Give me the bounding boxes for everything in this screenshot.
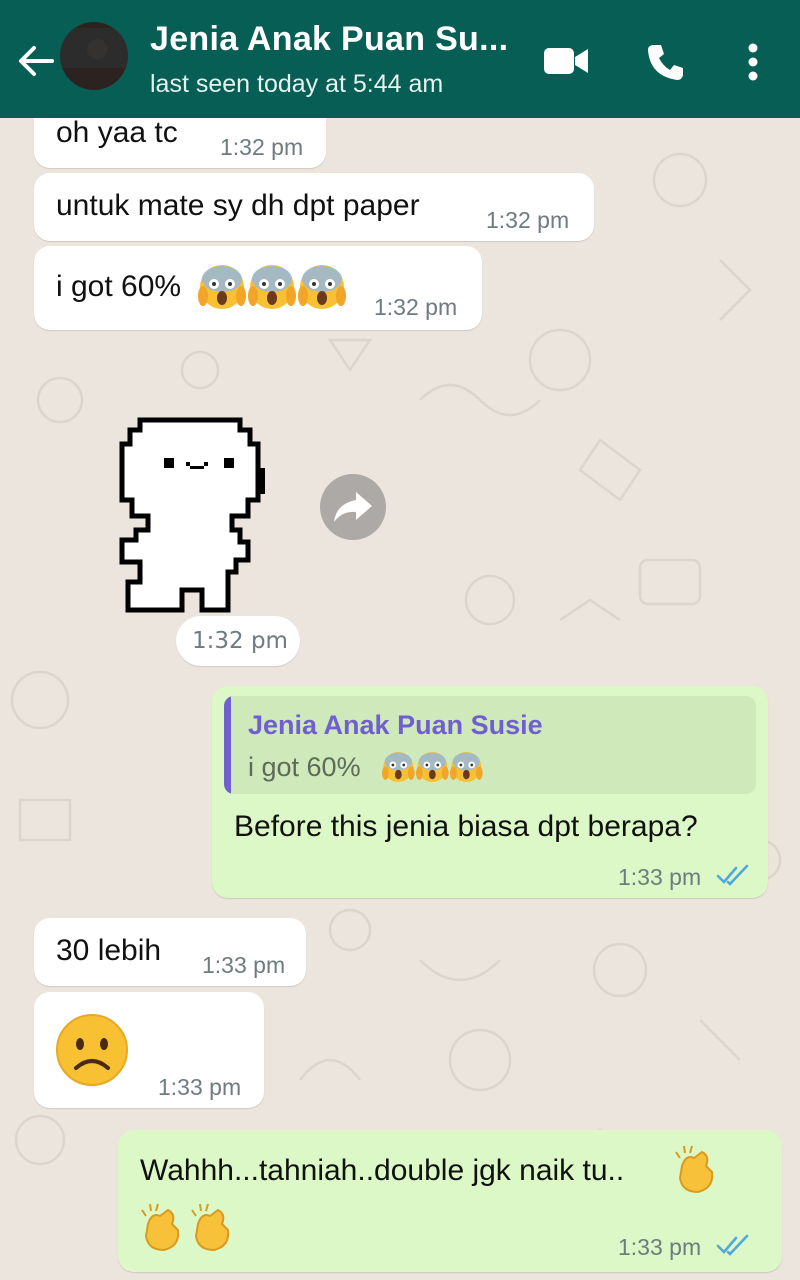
message-time: 1:33 pm — [158, 1074, 242, 1100]
contact-name[interactable]: Jenia Anak Puan Su... — [150, 20, 508, 59]
last-seen-status: last seen today at 5:44 am — [150, 70, 444, 98]
more-options-icon[interactable] — [746, 42, 760, 82]
chat-header: Jenia Anak Puan Su... last seen today at… — [0, 0, 800, 118]
read-ticks-icon — [716, 864, 749, 886]
message-bubble-incoming[interactable]: i got 60% 1:32 pm — [34, 246, 482, 330]
message-time: 1:32 pm — [486, 207, 570, 233]
message-time: 1:32 pm — [220, 134, 304, 160]
message-text: 30 lebih — [56, 934, 162, 967]
message-time: 1:33 pm — [618, 1234, 702, 1260]
frowning-face-emoji-icon — [56, 1014, 128, 1086]
message-time: 1:33 pm — [202, 952, 286, 978]
sticker-image[interactable] — [112, 412, 282, 618]
message-bubble-outgoing[interactable]: Jenia Anak Puan Susie i got 60% Before t… — [212, 686, 768, 898]
message-time: 1:32 pm — [374, 294, 458, 320]
message-text: Wahhh...tahniah..double jgk naik tu.. — [140, 1154, 625, 1187]
message-bubble-incoming[interactable]: 1:33 pm — [34, 992, 264, 1108]
message-text: untuk mate sy dh dpt paper — [56, 189, 420, 222]
quoted-sender-name: Jenia Anak Puan Susie — [248, 710, 543, 740]
clapping-hands-emoji-icon — [675, 1145, 714, 1194]
screaming-face-emoji-icon — [382, 752, 483, 782]
message-text: i got 60% — [56, 270, 182, 303]
video-call-icon[interactable] — [543, 44, 589, 78]
forward-button[interactable] — [320, 474, 386, 540]
voice-call-icon[interactable] — [646, 42, 686, 82]
screaming-face-emoji-icon — [198, 265, 346, 309]
forward-icon — [334, 492, 372, 522]
message-bubble-incoming[interactable]: 30 lebih 1:33 pm — [34, 918, 306, 986]
message-time: 1:33 pm — [618, 864, 702, 890]
avatar[interactable] — [60, 22, 128, 90]
clapping-hands-emoji-icon — [141, 1203, 230, 1251]
message-bubble-incoming[interactable]: untuk mate sy dh dpt paper 1:32 pm — [34, 173, 594, 241]
sticker-time-badge: 1:32 pm — [176, 616, 300, 666]
back-arrow-icon[interactable] — [14, 36, 58, 86]
message-text: oh yaa tc — [56, 116, 178, 149]
read-ticks-icon — [716, 1234, 749, 1256]
message-text: Before this jenia biasa dpt berapa? — [234, 810, 698, 843]
message-time: 1:32 pm — [192, 628, 288, 654]
message-bubble-outgoing[interactable]: Wahhh...tahniah..double jgk naik tu.. 1:… — [118, 1130, 782, 1272]
quoted-message[interactable]: Jenia Anak Puan Susie i got 60% — [224, 696, 756, 794]
quoted-text: i got 60% — [248, 752, 361, 782]
